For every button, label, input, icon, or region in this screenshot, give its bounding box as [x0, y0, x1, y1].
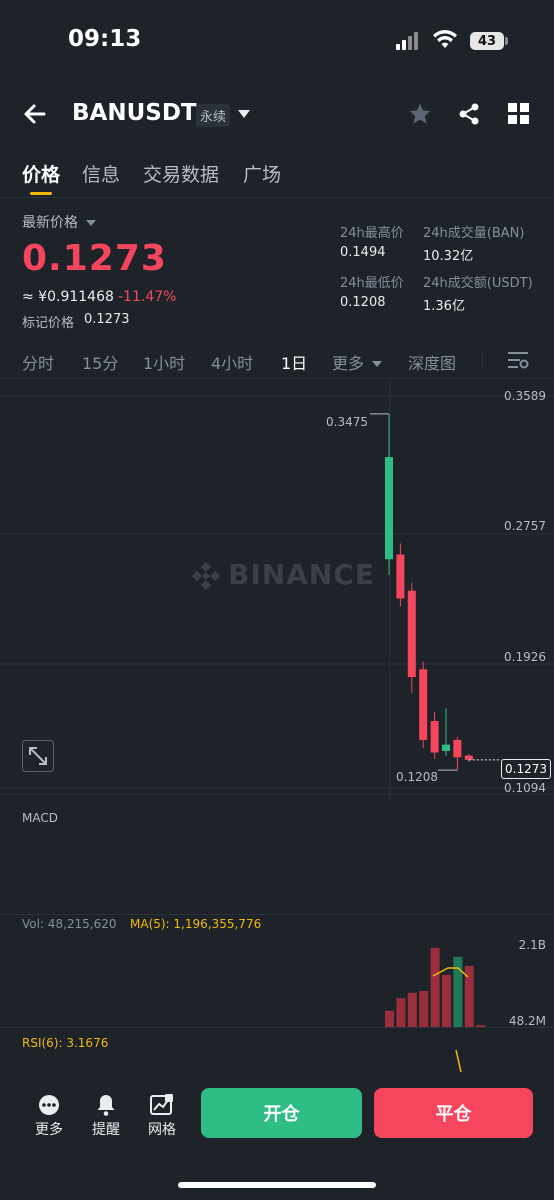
mark-price-label: 标记价格 — [22, 316, 75, 331]
tab-info[interactable]: 信息 — [82, 160, 120, 187]
chevron-down-icon[interactable] — [238, 110, 250, 118]
price-axis-label: 0.2757 — [504, 519, 546, 533]
price-axis-label: 0.1926 — [504, 650, 546, 664]
timeframe-15m[interactable]: 15分 — [82, 350, 118, 374]
latest-price: 0.1273 — [22, 238, 167, 279]
wifi-icon — [433, 30, 457, 48]
volume-bar — [430, 947, 440, 1027]
star-icon[interactable] — [408, 102, 432, 126]
contract-type-badge: 永续 — [196, 104, 231, 127]
latest-price-label-text: 最新价格 — [22, 215, 78, 231]
symbol-title[interactable]: BANUSDT — [72, 100, 197, 126]
volume-divider — [0, 914, 554, 915]
stat-turnover-value: 1.36亿 — [423, 299, 465, 314]
close-position-button[interactable]: 平仓 — [374, 1088, 533, 1138]
high-price-marker: 0.3475 — [326, 415, 368, 429]
rsi-label: RSI(6): 3.1676 — [22, 1036, 109, 1050]
candle-body — [430, 721, 439, 753]
binance-logo-icon — [192, 562, 220, 590]
candle-body — [419, 669, 428, 740]
timeframe-1d[interactable]: 1日 — [281, 350, 307, 374]
stat-low-label: 24h最低价 — [340, 276, 404, 291]
latest-price-label[interactable]: 最新价格 — [22, 212, 97, 232]
stat-volume-value: 10.32亿 — [423, 249, 474, 264]
ma5-label: MA(5): 1,196,355,776 — [130, 917, 262, 931]
watermark-text: BINANCE — [228, 558, 375, 591]
fullscreen-icon[interactable] — [22, 740, 54, 772]
stat-high-value: 0.1494 — [340, 245, 386, 260]
cny-value: ≈ ¥0.911468 — [22, 289, 114, 305]
volume-bar — [396, 998, 406, 1027]
timeframe-more[interactable]: 更多 — [332, 350, 383, 374]
binance-watermark: BINANCE — [190, 558, 375, 592]
volume-bar — [419, 991, 429, 1027]
home-indicator — [178, 1182, 376, 1188]
tab-price[interactable]: 价格 — [22, 160, 60, 187]
timeframe-more-label: 更多 — [332, 354, 365, 373]
macd-divider — [0, 794, 554, 795]
status-time: 09:13 — [68, 26, 142, 52]
rsi-line — [455, 1050, 462, 1073]
more-label[interactable]: 更多 — [35, 1119, 63, 1139]
timeframe-line[interactable]: 分时 — [22, 350, 54, 374]
rsi-divider — [0, 1027, 554, 1028]
tabs-divider — [0, 197, 554, 198]
grid-menu-icon[interactable] — [508, 103, 530, 125]
caret-down-icon — [86, 219, 97, 226]
grid-trading-icon[interactable] — [150, 1093, 174, 1117]
macd-label: MACD — [22, 811, 58, 825]
chart-settings-icon[interactable] — [507, 350, 529, 370]
low-price-marker: 0.1208 — [396, 770, 438, 784]
price-axis-label: 0.3589 — [504, 389, 546, 403]
timeframe-divider — [0, 378, 554, 379]
grid-label[interactable]: 网格 — [148, 1119, 176, 1139]
candle-body — [396, 554, 405, 599]
volume-bar — [385, 1010, 394, 1027]
bell-icon[interactable] — [95, 1093, 117, 1117]
candle-body — [407, 590, 416, 678]
candle-body — [453, 739, 462, 758]
change-percent: -11.47% — [118, 289, 177, 305]
back-arrow-icon[interactable] — [22, 101, 48, 127]
volume-label: Vol: 48,215,620 — [22, 917, 117, 931]
battery-indicator: 43 — [470, 32, 504, 50]
volume-chart — [385, 947, 486, 1027]
stat-volume-label: 24h成交量(BAN) — [423, 226, 525, 241]
share-icon[interactable] — [457, 102, 481, 126]
timeframe-depth[interactable]: 深度图 — [408, 350, 456, 374]
tab-square[interactable]: 广场 — [243, 160, 281, 187]
alert-label[interactable]: 提醒 — [92, 1119, 120, 1139]
tab-trading-data[interactable]: 交易数据 — [143, 160, 219, 187]
stat-turnover-label: 24h成交额(USDT) — [423, 276, 533, 291]
open-position-button[interactable]: 开仓 — [201, 1088, 362, 1138]
candle-body — [385, 457, 393, 560]
candle-body — [442, 744, 450, 751]
volume-bar — [442, 974, 451, 1027]
current-price-tag: 0.1273 — [501, 759, 551, 779]
timeframe-4h[interactable]: 4小时 — [211, 350, 253, 374]
timeframe-1h[interactable]: 1小时 — [143, 350, 185, 374]
caret-down-icon — [372, 361, 383, 367]
timeframe-separator — [482, 349, 483, 369]
cellular-signal-icon — [396, 32, 418, 50]
active-tab-underline — [30, 192, 52, 195]
volume-axis-label: 2.1B — [518, 938, 546, 952]
battery-tip — [505, 37, 508, 45]
volume-bar — [407, 992, 417, 1027]
stat-low-value: 0.1208 — [340, 295, 386, 310]
mark-price-value: 0.1273 — [84, 312, 130, 327]
volume-axis-label: 48.2M — [508, 1014, 546, 1028]
stat-high-label: 24h最高价 — [340, 226, 404, 241]
price-axis-label: 0.1094 — [504, 781, 546, 795]
candle-body — [464, 755, 473, 760]
more-icon[interactable] — [38, 1094, 60, 1116]
